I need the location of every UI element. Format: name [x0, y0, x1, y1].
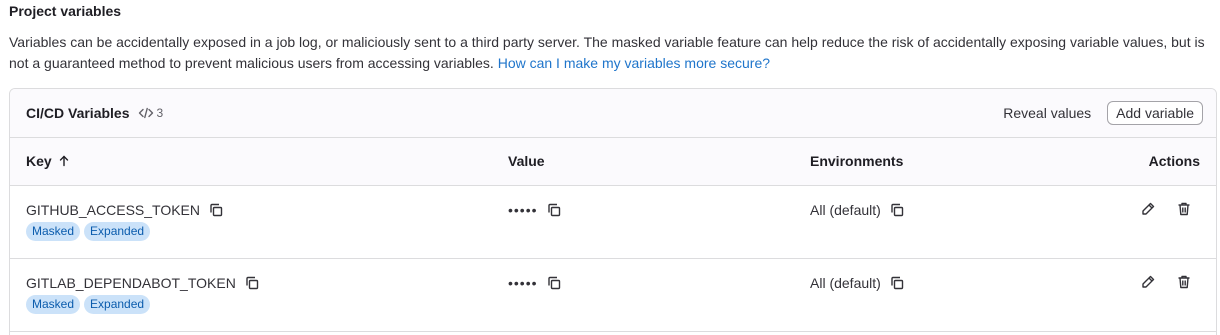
card-title-group: CI/CD Variables 3 [26, 105, 163, 121]
copy-icon[interactable] [244, 275, 260, 291]
trash-icon[interactable] [1176, 274, 1192, 290]
environment-cell: All (default) [810, 275, 905, 291]
section-title: Project variables [9, 3, 122, 19]
expanded-badge: Expanded [84, 295, 151, 314]
actions-column-header: Actions [1148, 153, 1200, 169]
variable-key-cell: GITLAB_DEPENDABOT_TOKEN [26, 275, 260, 291]
variable-badges: Masked Expanded [26, 295, 151, 314]
variables-card: CI/CD Variables 3 Reveal values Add vari… [9, 88, 1217, 335]
variable-value-cell: ••••• [508, 275, 562, 291]
key-column-header[interactable]: Key [26, 153, 70, 169]
row-actions [1140, 201, 1192, 217]
pencil-icon[interactable] [1140, 201, 1156, 217]
variable-key: GITLAB_DEPENDABOT_TOKEN [26, 275, 236, 291]
masked-value: ••••• [508, 275, 538, 291]
variable-key-cell: GITHUB_ACCESS_TOKEN [26, 202, 224, 218]
table-row: GITLAB_DEPENDABOT_TOKEN Masked Expanded … [10, 259, 1216, 332]
add-variable-button[interactable]: Add variable [1107, 101, 1203, 125]
trash-icon[interactable] [1176, 201, 1192, 217]
value-column-header: Value [508, 153, 545, 169]
table-row: GITHUB_ACCESS_TOKEN Masked Expanded ••••… [10, 186, 1216, 259]
copy-icon[interactable] [546, 275, 562, 291]
card-title: CI/CD Variables [26, 105, 130, 121]
expanded-badge: Expanded [84, 222, 151, 241]
arrow-up-icon [58, 155, 70, 167]
pencil-icon[interactable] [1140, 274, 1156, 290]
security-help-link[interactable]: How can I make my variables more secure? [498, 55, 770, 71]
environment-scope: All (default) [810, 202, 881, 218]
project-variables-page: Project variables Variables can be accid… [0, 0, 1220, 335]
environment-scope: All (default) [810, 275, 881, 291]
environments-column-header: Environments [810, 153, 904, 169]
variable-key: GITHUB_ACCESS_TOKEN [26, 202, 201, 218]
variable-badges: Masked Expanded [26, 222, 151, 241]
table-header: Key Value Environments Actions [10, 138, 1216, 186]
copy-icon[interactable] [889, 275, 905, 291]
count-value: 3 [156, 106, 164, 120]
code-icon [138, 105, 154, 121]
reveal-values-button[interactable]: Reveal values [1003, 101, 1091, 125]
masked-value: ••••• [508, 202, 538, 218]
masked-badge: Masked [26, 295, 81, 314]
copy-icon[interactable] [208, 202, 224, 218]
key-header-label: Key [26, 153, 52, 169]
header-actions: Reveal values Add variable [1003, 101, 1203, 125]
environment-cell: All (default) [810, 202, 905, 218]
copy-icon[interactable] [546, 202, 562, 218]
copy-icon[interactable] [889, 202, 905, 218]
masked-badge: Masked [26, 222, 81, 241]
variable-value-cell: ••••• [508, 202, 562, 218]
variable-count: 3 [138, 105, 164, 121]
section-description: Variables can be accidentally exposed in… [9, 32, 1214, 74]
card-header: CI/CD Variables 3 Reveal values Add vari… [10, 89, 1216, 138]
row-actions [1140, 274, 1192, 290]
